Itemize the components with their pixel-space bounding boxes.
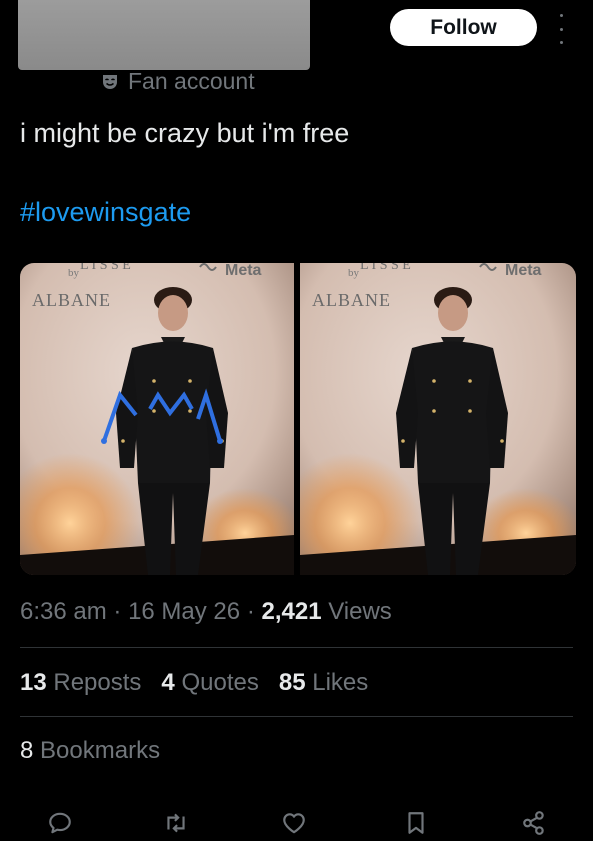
svg-text:L I S S E: L I S S E	[360, 263, 411, 273]
more-options-icon[interactable]	[553, 14, 569, 44]
bookmark-icon[interactable]	[398, 805, 434, 841]
sponsor-text: Meta	[225, 263, 262, 279]
redacted-profile-header	[18, 0, 310, 70]
sign-by-text: by	[348, 267, 360, 279]
reposts-stat[interactable]: 13 Reposts	[20, 669, 141, 697]
sign-albane-text: ALBANE	[312, 290, 391, 310]
tweet-date[interactable]: 16 May 26	[128, 598, 240, 625]
views-count: 2,421	[261, 598, 322, 625]
fan-account-label: Fan account	[100, 68, 255, 95]
tweet-time[interactable]: 6:36 am	[20, 598, 107, 625]
tweet-text: i might be crazy but i'm free	[20, 118, 350, 148]
hashtag-link[interactable]: #lovewinsgate	[20, 197, 191, 228]
sponsor-text: Meta	[505, 263, 542, 279]
engagement-stats: 13 Reposts 4 Quotes 85 Likes	[20, 669, 368, 697]
views-label: Views	[328, 598, 392, 625]
mask-icon	[103, 74, 117, 89]
likes-stat[interactable]: 85 Likes	[279, 669, 368, 697]
reply-icon[interactable]	[42, 805, 78, 841]
quotes-stat[interactable]: 4 Quotes	[161, 669, 258, 697]
svg-text:L I S S E: L I S S E	[80, 263, 131, 273]
action-bar	[0, 805, 593, 841]
photo-left[interactable]: L I S S E by ALBANE Meta	[20, 263, 294, 575]
separator: ·	[246, 598, 255, 625]
divider	[20, 716, 573, 717]
separator: ·	[113, 598, 122, 625]
share-icon[interactable]	[516, 805, 552, 841]
sign-albane-text: ALBANE	[32, 290, 111, 310]
repost-icon[interactable]	[158, 805, 194, 841]
fan-account-text: Fan account	[128, 68, 255, 94]
tweet-timestamp: 6:36 am · 16 May 26 · 2,421 Views	[20, 598, 392, 626]
divider	[20, 647, 573, 648]
follow-button[interactable]: Follow	[390, 9, 537, 46]
sign-by-text: by	[68, 267, 80, 279]
photo-right[interactable]: L I S S E by ALBANE Meta	[300, 263, 576, 575]
like-icon[interactable]	[276, 805, 312, 841]
bookmarks-stat[interactable]: 8 Bookmarks	[20, 737, 160, 765]
